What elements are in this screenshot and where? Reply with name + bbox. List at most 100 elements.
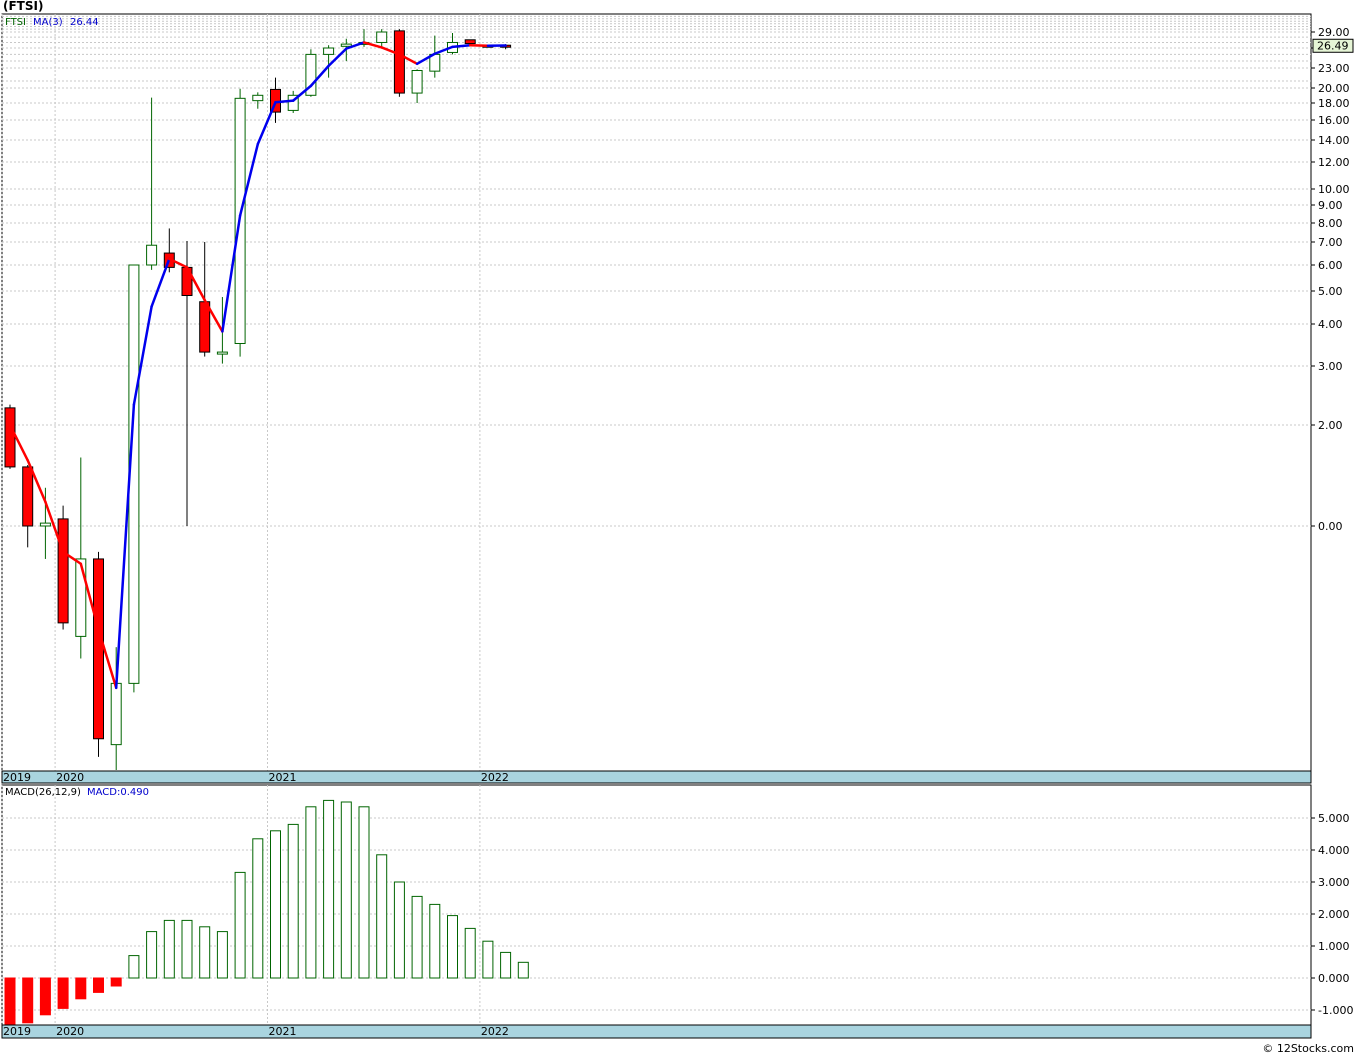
macd-bar	[429, 903, 441, 979]
macd-bar	[39, 977, 51, 1016]
site-credit: © 12Stocks.com	[1262, 1042, 1354, 1055]
price-y-tick-label: 9.00	[1318, 199, 1343, 212]
price-x-label: 2022	[481, 771, 509, 784]
macd-x-label: 2019	[3, 1025, 31, 1038]
macd-bar	[110, 977, 122, 987]
price-gridlines	[1, 14, 1311, 771]
price-y-tick-label: 6.00	[1318, 259, 1343, 272]
price-y-tick-label: 3.00	[1318, 360, 1343, 373]
macd-y-tick-label: 5.000	[1318, 812, 1350, 825]
price-y-tick-label: 4.00	[1318, 318, 1343, 331]
macd-bar	[57, 977, 69, 1009]
macd-bar	[500, 951, 512, 979]
candle-body	[146, 244, 158, 266]
price-y-axis: 0.00 2.00 3.00 4.00 5.00 6.00 7.00 8.00 9.00 10.0…	[1311, 26, 1350, 533]
ma-segment	[256, 100, 277, 146]
macd-y-tick-label: 1.000	[1318, 940, 1350, 953]
macd-legend-value: MACD:0.490	[87, 787, 149, 798]
macd-gridlines	[1, 785, 1311, 1025]
candle-body	[323, 47, 335, 55]
price-legend-symbol: FTSI	[5, 17, 26, 28]
price-y-tick-label: 12.00	[1318, 156, 1350, 169]
macd-bar	[411, 895, 423, 979]
price-y-tick-label: 10.00	[1318, 183, 1350, 196]
ma-segment	[468, 43, 490, 48]
candle-body	[252, 94, 264, 102]
macd-bar	[181, 919, 193, 979]
price-y-tick-label: 29.00	[1318, 26, 1350, 39]
macd-panel-frame	[1, 784, 1312, 1026]
macd-bar	[146, 931, 158, 979]
price-y-tick-label: 23.00	[1318, 62, 1350, 75]
price-x-label: 2019	[3, 771, 31, 784]
macd-bar	[252, 838, 264, 979]
price-y-tick-label: 7.00	[1318, 236, 1343, 249]
price-legend-ma-label: MA(3)	[33, 17, 63, 28]
macd-y-tick-label: 4.000	[1318, 844, 1350, 857]
price-y-tick-label: 16.00	[1318, 114, 1350, 127]
price-legend-ma-value: 26.44	[70, 17, 99, 28]
macd-histogram	[4, 799, 529, 1027]
macd-y-tick-label: 3.000	[1318, 876, 1350, 889]
macd-bar	[287, 823, 299, 979]
macd-bar	[376, 854, 388, 979]
last-price-label: 26.49	[1317, 39, 1349, 52]
macd-bar	[75, 977, 87, 1000]
price-panel-frame	[1, 13, 1312, 772]
candle-body	[393, 30, 405, 94]
price-y-tick-label: 18.00	[1318, 97, 1350, 110]
price-x-label: 2020	[56, 771, 84, 784]
price-y-tick-label: 8.00	[1318, 217, 1343, 230]
candle-body	[464, 39, 476, 45]
price-y-tick-label: 2.00	[1318, 419, 1343, 432]
macd-bar	[464, 927, 476, 979]
candle-body	[411, 70, 423, 94]
candle-body	[110, 682, 122, 746]
candle-body	[57, 518, 69, 624]
macd-bar	[358, 806, 370, 979]
candle-body	[216, 351, 228, 355]
macd-bar	[93, 977, 104, 993]
macd-bar	[447, 915, 458, 979]
candle-body	[340, 43, 352, 47]
ma-segment	[451, 43, 472, 49]
macd-bar	[4, 977, 16, 1027]
macd-bar	[216, 931, 228, 979]
macd-bar	[340, 801, 352, 979]
macd-y-tick-label: 2.000	[1318, 908, 1350, 921]
macd-bar	[393, 881, 405, 979]
macd-legend-label: MACD(26,12,9)	[5, 787, 81, 798]
candle-body	[199, 301, 211, 353]
macd-bar	[22, 977, 34, 1024]
macd-y-tick-label: -1.000	[1318, 1004, 1353, 1017]
candle-body	[376, 31, 388, 43]
price-y-tick-label: 20.00	[1318, 82, 1350, 95]
macd-bar	[128, 955, 140, 979]
price-x-label: 2021	[269, 771, 297, 784]
price-y-tick-label: 0.00	[1318, 520, 1343, 533]
macd-bar	[305, 806, 317, 979]
candle-body	[93, 558, 104, 740]
macd-y-tick-label: 0.000	[1318, 972, 1350, 985]
ma-segment	[150, 257, 171, 308]
macd-bar	[163, 919, 175, 979]
chart-canvas: 0.00 2.00 3.00 4.00 5.00 6.00 7.00 8.00 9.00 10.0…	[1, 13, 1354, 1039]
macd-x-label: 2020	[56, 1025, 84, 1038]
macd-x-label: 2021	[269, 1025, 297, 1038]
macd-y-axis: -1.000 0.000 1.000 2.000 3.000 4.000 5.000	[1311, 812, 1353, 1017]
macd-bar	[323, 799, 335, 979]
candle-body	[4, 407, 16, 468]
price-y-tick-label: 5.00	[1318, 285, 1343, 298]
price-y-tick-label: 14.00	[1318, 134, 1350, 147]
candle-body	[39, 522, 51, 527]
macd-bar	[234, 871, 246, 979]
ma-segment	[274, 99, 295, 104]
macd-bar	[517, 961, 529, 979]
macd-date-band	[1, 1024, 1312, 1039]
macd-x-label: 2022	[481, 1025, 509, 1038]
macd-bar	[482, 940, 494, 979]
price-date-band	[1, 770, 1312, 784]
candle-body	[22, 466, 34, 527]
candle-body	[75, 558, 87, 637]
macd-bar	[199, 926, 211, 979]
